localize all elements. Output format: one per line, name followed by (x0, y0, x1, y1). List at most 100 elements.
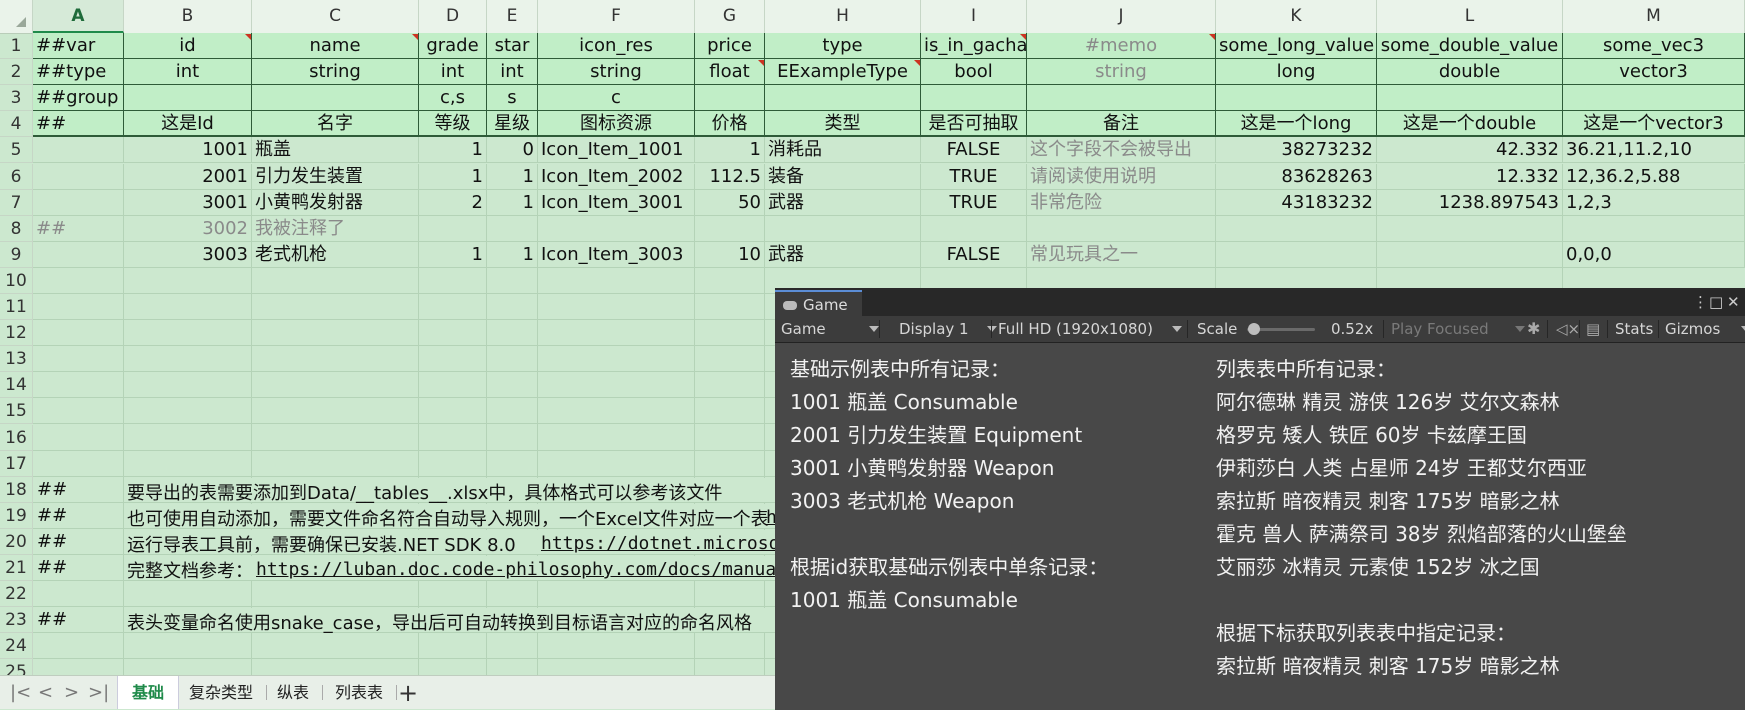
game-view[interactable]: 基础示例表中所有记录： 1001 瓶盖 Consumable 2001 引力发生装置… (775, 343, 1745, 710)
header-cell[interactable]: vector3 (1563, 59, 1745, 86)
column-header-h[interactable]: H (765, 0, 921, 33)
row-header-3[interactable]: 3 (0, 85, 33, 112)
table-cell[interactable]: 1 (487, 163, 538, 190)
column-header-a[interactable]: A (33, 0, 124, 33)
row-header-12[interactable]: 12 (0, 320, 33, 347)
add-sheet-button[interactable]: + (398, 679, 418, 707)
stats-button[interactable]: Stats (1615, 316, 1653, 342)
header-cell[interactable]: is_in_gacha (921, 33, 1027, 60)
header-cell[interactable]: 这是一个vector3 (1563, 111, 1745, 138)
row-header-23[interactable]: 23 (0, 607, 33, 634)
table-cell[interactable]: 引力发生装置 (252, 163, 419, 190)
row-header-11[interactable]: 11 (0, 294, 33, 321)
table-cell[interactable]: Icon_Item_2002 (538, 163, 695, 190)
row-header-9[interactable]: 9 (0, 241, 33, 268)
table-cell[interactable] (921, 215, 1027, 242)
table-cell[interactable]: 3001 (124, 189, 252, 216)
header-cell[interactable]: ##type (33, 59, 124, 86)
table-cell[interactable]: 武器 (765, 189, 921, 216)
table-cell[interactable]: ## (33, 215, 124, 242)
header-cell[interactable]: c (538, 85, 695, 112)
table-cell[interactable]: TRUE (921, 163, 1027, 190)
header-cell[interactable] (695, 85, 765, 112)
row-header-17[interactable]: 17 (0, 450, 33, 477)
header-cell[interactable]: string (1027, 59, 1216, 86)
row-header-16[interactable]: 16 (0, 424, 33, 451)
row-header-6[interactable]: 6 (0, 163, 33, 190)
table-cell[interactable]: 1 (419, 137, 487, 164)
table-cell[interactable]: 装备 (765, 163, 921, 190)
header-cell[interactable]: some_long_value (1216, 33, 1377, 60)
row-header-22[interactable]: 22 (0, 581, 33, 608)
table-cell[interactable]: 42.332 (1377, 137, 1563, 164)
table-cell[interactable]: TRUE (921, 189, 1027, 216)
header-cell[interactable]: int (419, 59, 487, 86)
table-cell[interactable]: 10 (695, 241, 765, 268)
table-cell[interactable]: 12,36.2,5.88 (1563, 163, 1745, 190)
column-header-d[interactable]: D (419, 0, 487, 33)
table-cell[interactable] (1563, 215, 1745, 242)
table-cell[interactable]: 2 (419, 189, 487, 216)
table-cell[interactable]: 0,0,0 (1563, 241, 1745, 268)
table-cell[interactable]: 2001 (124, 163, 252, 190)
column-header-c[interactable]: C (252, 0, 419, 33)
header-cell[interactable]: bool (921, 59, 1027, 86)
table-cell[interactable]: 1 (487, 189, 538, 216)
header-cell[interactable]: ##var (33, 33, 124, 60)
table-cell[interactable] (1377, 241, 1563, 268)
header-cell[interactable]: star (487, 33, 538, 60)
table-cell[interactable]: 常见玩具之一 (1027, 241, 1216, 268)
table-cell[interactable]: 武器 (765, 241, 921, 268)
header-cell[interactable]: 名字 (252, 111, 419, 138)
mute-audio-icon[interactable]: ◁× (1556, 316, 1580, 342)
row-header-1[interactable]: 1 (0, 33, 33, 60)
sheet-tab[interactable]: 列表表 (321, 676, 398, 709)
column-header-l[interactable]: L (1377, 0, 1563, 33)
row-header-8[interactable]: 8 (0, 215, 33, 242)
table-cell[interactable] (1216, 215, 1377, 242)
table-cell[interactable]: Icon_Item_1001 (538, 137, 695, 164)
row-header-10[interactable]: 10 (0, 267, 33, 294)
table-cell[interactable] (419, 215, 487, 242)
maximize-icon[interactable]: □ (1709, 293, 1723, 311)
header-cell[interactable]: ##group (33, 85, 124, 112)
game-window[interactable]: Game ⋮ □ ✕ Game Display 1 Full HD (1920x… (775, 288, 1745, 710)
header-cell[interactable]: double (1377, 59, 1563, 86)
first-sheet-icon[interactable]: |< (10, 682, 31, 703)
table-cell[interactable] (1216, 241, 1377, 268)
table-cell[interactable]: 我被注释了 (252, 215, 419, 242)
table-cell[interactable]: 老式机枪 (252, 241, 419, 268)
header-cell[interactable] (252, 85, 419, 112)
table-cell[interactable]: 瓶盖 (252, 137, 419, 164)
keyboard-shortcuts-icon[interactable]: ▤ (1586, 316, 1600, 342)
header-cell[interactable]: 这是一个double (1377, 111, 1563, 138)
header-cell[interactable]: 这是Id (124, 111, 252, 138)
header-cell[interactable] (1027, 85, 1216, 112)
column-header-k[interactable]: K (1216, 0, 1377, 33)
header-cell[interactable]: s (487, 85, 538, 112)
header-cell[interactable] (124, 85, 252, 112)
table-cell[interactable] (33, 137, 124, 164)
table-cell[interactable] (33, 189, 124, 216)
header-cell[interactable]: name (252, 33, 419, 60)
header-cell[interactable]: 等级 (419, 111, 487, 138)
header-cell[interactable]: 类型 (765, 111, 921, 138)
table-cell[interactable]: 112.5 (695, 163, 765, 190)
table-cell[interactable]: 1 (487, 241, 538, 268)
row-header-21[interactable]: 21 (0, 555, 33, 582)
column-header-i[interactable]: I (921, 0, 1027, 33)
header-cell[interactable]: c,s (419, 85, 487, 112)
header-cell[interactable]: some_double_value (1377, 33, 1563, 60)
table-cell[interactable]: Icon_Item_3003 (538, 241, 695, 268)
header-cell[interactable]: grade (419, 33, 487, 60)
header-cell[interactable] (1377, 85, 1563, 112)
prev-sheet-icon[interactable]: < (38, 682, 53, 703)
table-cell[interactable]: 43183232 (1216, 189, 1377, 216)
row-header-15[interactable]: 15 (0, 398, 33, 425)
header-cell[interactable]: 图标资源 (538, 111, 695, 138)
game-mode-dropdown[interactable]: Game (781, 316, 879, 342)
table-cell[interactable]: 83628263 (1216, 163, 1377, 190)
doc-link[interactable]: https://luban.doc.code-philosophy.com/do… (256, 559, 852, 580)
row-header-4[interactable]: 4 (0, 111, 33, 138)
table-cell[interactable]: 1,2,3 (1563, 189, 1745, 216)
